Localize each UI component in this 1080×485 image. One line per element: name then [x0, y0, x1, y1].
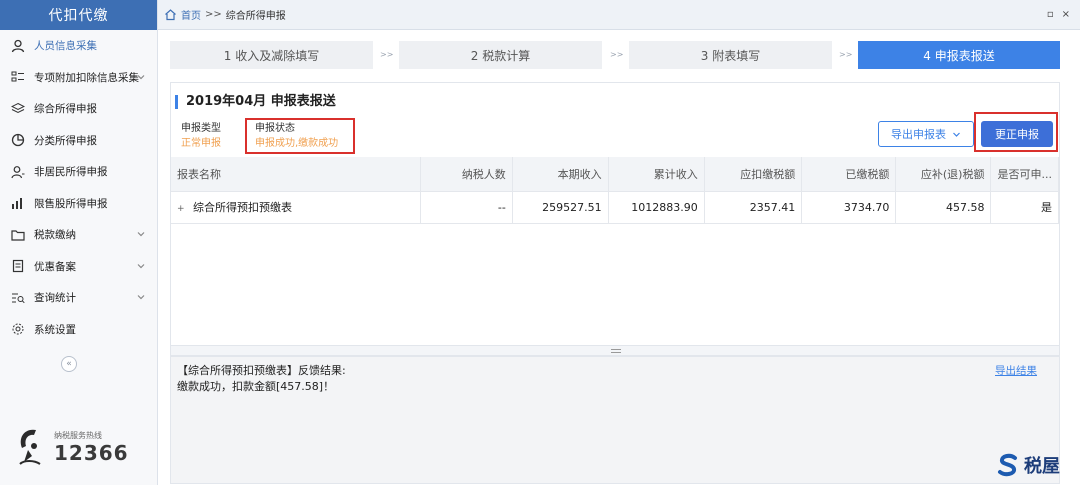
highlight-box: [974, 112, 1058, 152]
restore-button[interactable]: ▫: [1047, 9, 1054, 20]
column-header: 是否可申...: [990, 157, 1059, 192]
pie-icon: [10, 132, 26, 148]
watermark: 税屋: [996, 452, 1060, 478]
hotline: 纳税服务热线 12366: [14, 426, 129, 468]
sidebar-item-label: 综合所得申报: [34, 103, 97, 116]
sidebar-item-personnel-info[interactable]: 人员信息采集: [0, 30, 157, 62]
sidebar-item-label: 系统设置: [34, 323, 76, 336]
sidebar-item-label: 查询统计: [34, 292, 76, 305]
sidebar-item-special-deduction[interactable]: 专项附加扣除信息采集: [0, 62, 157, 94]
feedback-message: 缴款成功，扣款金额[457.58]！: [177, 380, 335, 393]
chevron-down-icon: [953, 132, 960, 137]
watermark-logo-icon: [998, 453, 1017, 477]
sidebar-item-query-statistics[interactable]: 查询统计: [0, 282, 157, 314]
expand-icon[interactable]: +: [177, 204, 185, 214]
step-arrow: >>: [839, 50, 853, 59]
can-declare-cell: 是: [990, 191, 1059, 224]
headset-icon: [19, 429, 41, 465]
sidebar-item-label: 限售股所得申报: [34, 197, 108, 210]
highlight-box: [245, 118, 355, 154]
document-icon: [10, 258, 26, 274]
sidebar-item-preferential-filing[interactable]: 优惠备案: [0, 251, 157, 283]
report-type: 申报类型 正常申报: [181, 121, 221, 151]
report-table: 报表名称 纳税人数 本期收入 累计收入 应扣缴税额 已缴税额 应补(退)税额 是…: [171, 157, 1059, 224]
sidebar-item-label: 分类所得申报: [34, 134, 97, 147]
sidebar-item-system-settings[interactable]: 系统设置: [0, 314, 157, 346]
column-header: 应补(退)税额: [895, 157, 992, 192]
report-card: 2019年04月 申报表报送 申报类型 正常申报 申报状态 申报成功,缴款成功 …: [170, 82, 1060, 346]
sidebar: 代扣代缴 人员信息采集 专项附加扣除信息采集 综合所得申报 分类所得申报 非居民…: [0, 0, 158, 485]
report-name: 综合所得预扣预缴表: [193, 201, 292, 214]
chevron-down-icon: [137, 295, 145, 300]
step-income-deduction[interactable]: 1 收入及减除填写: [170, 41, 373, 69]
step-arrow: >>: [610, 50, 624, 59]
column-header: 纳税人数: [420, 157, 513, 192]
breadcrumb-separator: >>: [205, 9, 222, 20]
sidebar-title: 代扣代缴: [0, 0, 157, 30]
hotline-label: 纳税服务热线: [54, 430, 102, 440]
tax-withheld-cell: 2357.41: [704, 191, 803, 224]
sidebar-item-label: 税款缴纳: [34, 229, 76, 242]
grip-icon: [611, 349, 621, 353]
sidebar-collapse-button[interactable]: «: [61, 356, 77, 372]
step-tax-calculation[interactable]: 2 税款计算: [399, 41, 602, 69]
sidebar-item-label: 人员信息采集: [34, 40, 97, 53]
step-arrow: >>: [380, 50, 394, 59]
tax-due-cell: 457.58: [895, 191, 992, 224]
feedback-title: 【综合所得预扣预缴表】反馈结果:: [177, 364, 346, 377]
export-result-link[interactable]: 导出结果: [995, 363, 1037, 379]
taxpayer-count-cell: --: [420, 191, 513, 224]
sidebar-item-label: 专项附加扣除信息采集: [34, 71, 139, 84]
report-type-label: 申报类型: [181, 123, 221, 134]
layers-icon: [10, 101, 26, 117]
column-header: 本期收入: [512, 157, 609, 192]
close-button[interactable]: ×: [1062, 9, 1070, 20]
cumulative-income-cell: 1012883.90: [608, 191, 705, 224]
chevron-down-icon: [137, 232, 145, 237]
column-header: 报表名称: [171, 157, 421, 192]
report-name-cell: + 综合所得预扣预缴表: [171, 191, 421, 224]
breadcrumb-bar: 首页 >> 综合所得申报 ▫ ×: [158, 0, 1080, 30]
sidebar-item-nonresident-income[interactable]: 非居民所得申报: [0, 156, 157, 188]
step-schedule-fill[interactable]: 3 附表填写: [629, 41, 832, 69]
watermark-text: 税屋: [1024, 456, 1060, 477]
list-icon: [10, 69, 26, 85]
column-header: 已缴税额: [801, 157, 897, 192]
breadcrumb-current: 综合所得申报: [225, 11, 286, 22]
window-controls: ▫ ×: [1047, 9, 1070, 20]
column-header: 累计收入: [608, 157, 705, 192]
person-icon: [10, 38, 26, 54]
tax-paid-cell: 3734.70: [801, 191, 897, 224]
search-list-icon: [10, 290, 26, 306]
page-title: 2019年04月 申报表报送: [175, 95, 336, 109]
folder-icon: [10, 227, 26, 243]
current-income-cell: 259527.51: [512, 191, 609, 224]
table-row[interactable]: + 综合所得预扣预缴表 -- 259527.51 1012883.90 2357.…: [171, 191, 1059, 224]
report-type-value: 正常申报: [181, 138, 221, 149]
step-report-submission[interactable]: 4 申报表报送: [858, 41, 1060, 69]
hotline-number: 12366: [54, 440, 129, 465]
export-report-label: 导出申报表: [891, 128, 946, 141]
sidebar-item-classified-income[interactable]: 分类所得申报: [0, 125, 157, 157]
feedback-panel: 【综合所得预扣预缴表】反馈结果: 缴款成功，扣款金额[457.58]！ 导出结果: [170, 356, 1060, 484]
breadcrumb-home-link[interactable]: 首页: [181, 7, 201, 22]
column-header: 应扣缴税额: [704, 157, 803, 192]
sidebar-item-tax-payment[interactable]: 税款缴纳: [0, 219, 157, 251]
gear-icon: [10, 321, 26, 337]
home-icon[interactable]: [164, 8, 177, 21]
table-header-row: 报表名称 纳税人数 本期收入 累计收入 应扣缴税额 已缴税额 应补(退)税额 是…: [171, 157, 1059, 192]
sidebar-item-label: 优惠备案: [34, 260, 76, 273]
export-report-button[interactable]: 导出申报表: [878, 121, 974, 147]
sidebar-item-restricted-stock[interactable]: 限售股所得申报: [0, 188, 157, 220]
bar-chart-icon: [10, 195, 26, 211]
sidebar-item-comprehensive-income[interactable]: 综合所得申报: [0, 93, 157, 125]
panel-splitter[interactable]: [170, 346, 1060, 356]
chevron-down-icon: [137, 74, 145, 79]
person-tag-icon: [10, 164, 26, 180]
sidebar-item-label: 非居民所得申报: [34, 166, 108, 179]
chevron-down-icon: [137, 263, 145, 268]
